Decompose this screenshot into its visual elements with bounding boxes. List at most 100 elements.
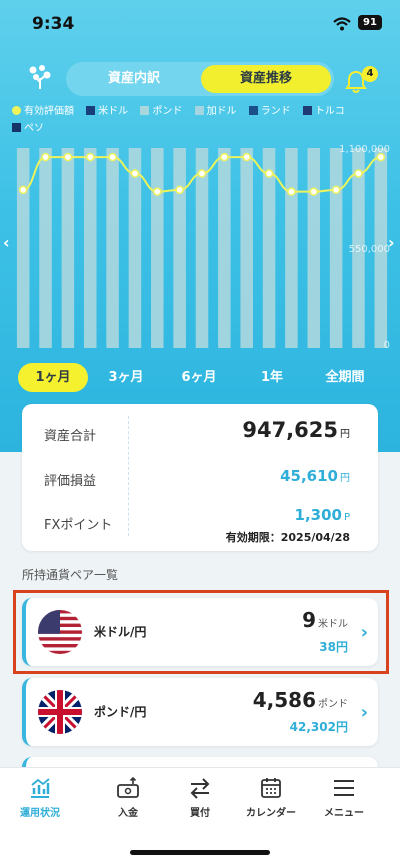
currency-unit: 円 [335,720,348,734]
section-title: 所持通貨ペア一覧 [22,568,119,582]
nav-buy[interactable]: 買付 [160,776,240,819]
legend-item: ランド [248,103,291,120]
period-tab-3m[interactable]: 3ヶ月 [91,363,161,392]
y-tick-label: 550,000 [349,244,390,255]
pair-name: ポンド/円 [94,705,147,719]
exchange-arrows-icon [190,778,210,799]
chart-point [85,152,95,162]
chart-bar [307,148,321,348]
period-tab-1y[interactable]: 1年 [237,363,307,392]
period-tab-1m[interactable]: 1ヶ月 [18,363,88,392]
nav-label: メニュー [324,808,364,819]
status-time: 9:34 [32,14,75,34]
legend-item: ペソ [12,120,44,137]
portfolio-chart-icon [31,778,50,798]
unrealized-pl-value: 45,610 円 [280,467,350,485]
chart-point [309,187,319,196]
chart-bar [329,148,343,348]
selection-highlight [13,590,389,674]
asset-trend-chart[interactable]: 1,100,000 550,000 0 [0,140,400,355]
chart-point [354,169,363,178]
nav-portfolio[interactable]: 運用状況 [0,776,80,819]
chart-bar [61,148,75,348]
y-tick-label: 0 [384,340,390,351]
legend-item: 米ドル [86,103,128,120]
total-assets-amount: 947,625 [242,418,338,442]
total-assets-label: 資産合計 [44,429,97,444]
notification-badge: 4 [362,66,378,82]
chart-point [242,152,251,162]
chart-bar [195,148,209,348]
legend-label: 加ドル [206,106,237,117]
divider [128,416,129,536]
legend-item: 加ドル [194,103,237,120]
period-selector: 1ヶ月 3ヶ月 6ヶ月 1年 全期間 [18,363,382,392]
chevron-right-icon: › [360,702,368,723]
nav-deposit[interactable]: 入金 [88,776,168,819]
pair-quantity: 4,586 ポンド [253,688,348,712]
pair-card-gbpjpy[interactable]: ポンド/円 4,586 ポンド 42,302円 › [22,678,378,746]
nav-label: カレンダー [246,808,296,819]
chart-point [287,187,296,196]
chart-point [41,152,50,162]
nav-menu[interactable]: メニュー [304,776,384,819]
legend-marker [194,106,204,115]
status-bar: 9:34 91 [0,0,400,50]
chart-bar [128,148,142,348]
legend-marker [302,106,312,115]
chart-bar [16,148,30,348]
period-tab-all[interactable]: 全期間 [310,363,380,392]
pair-value: 42,302円 [290,718,348,735]
legend-label: ペソ [24,123,44,134]
legend-marker [12,106,21,115]
chart-point [220,152,229,162]
legend-item: ポンド [140,103,182,120]
chart-bar [106,148,119,348]
legend-item: 有効評価額 [12,103,74,120]
app-logo-icon[interactable] [27,64,53,94]
fx-point-value: 1,300 P [295,506,350,524]
wifi-icon [333,16,351,35]
legend-item: トルコ [302,103,345,120]
hamburger-menu-icon [334,780,354,796]
legend-marker [86,106,96,115]
battery-icon: 91 [358,15,382,30]
nav-label: 買付 [190,808,210,819]
point-unit: P [343,512,350,523]
legend-label: 有効評価額 [24,106,74,117]
calendar-icon [261,778,281,798]
chart-prev-chevron-icon[interactable]: ‹ [3,233,10,252]
period-tab-6m[interactable]: 6ヶ月 [164,363,234,392]
legend-label: ランド [260,106,291,117]
value-amount: 42,302 [289,720,336,734]
chart-bar [240,148,253,348]
unrealized-pl-label: 評価損益 [44,474,97,489]
nav-label: 運用状況 [20,808,60,819]
chart-point [18,185,28,195]
nav-calendar[interactable]: カレンダー [231,776,311,819]
legend-marker [140,106,150,115]
view-switch: 資産内訳 資産推移 [66,62,334,96]
home-indicator [130,850,270,855]
legend-label: トルコ [314,106,345,117]
currency-unit: 円 [340,473,350,484]
chart-point [153,187,162,196]
unrealized-pl-amount: 45,610 [280,467,338,485]
quantity-amount: 4,586 [252,688,316,712]
chart-bar [39,148,52,348]
legend-label: 米ドル [98,106,129,117]
tab-asset-trend[interactable]: 資産推移 [201,65,331,93]
chart-bar [218,148,231,348]
tab-asset-breakdown[interactable]: 資産内訳 [69,65,199,93]
chart-next-chevron-icon[interactable]: › [388,233,395,252]
chart-point [130,169,140,178]
chart-point [108,152,117,162]
chart-point [175,185,184,195]
y-tick-label: 1,100,000 [339,144,390,155]
chart-bar [285,148,298,348]
chart-point [63,152,73,162]
fx-point-amount: 1,300 [294,506,342,524]
asset-summary-card: 資産合計 947,625 円 評価損益 45,610 円 FXポイント 1,300 P… [22,404,378,551]
fx-point-label: FXポイント [44,518,113,533]
deposit-icon [117,776,139,798]
